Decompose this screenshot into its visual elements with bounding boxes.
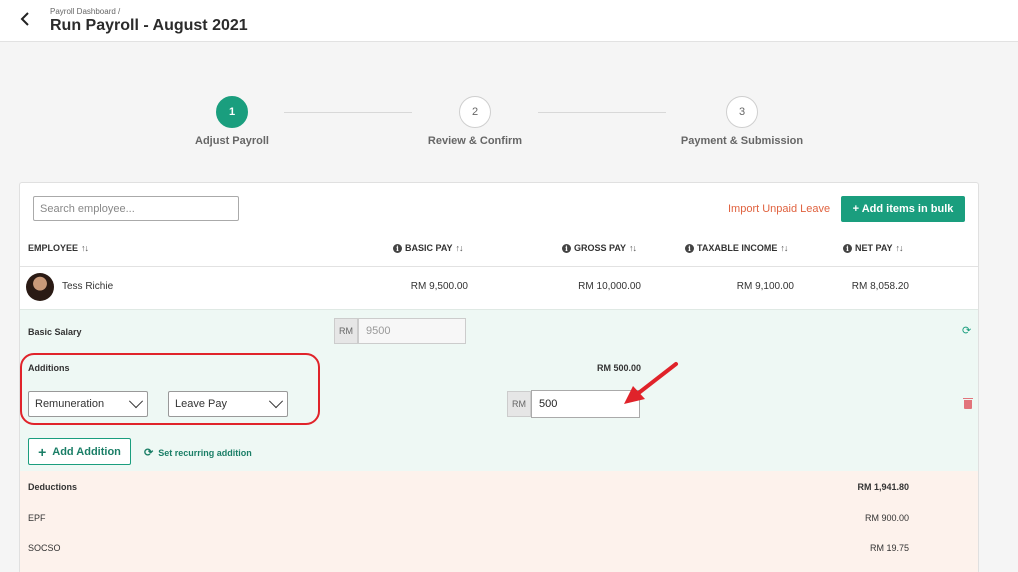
trash-icon[interactable] <box>963 398 973 409</box>
deductions-label: Deductions <box>28 482 78 492</box>
set-recurring-addition-link[interactable]: ⟳ Set recurring addition <box>144 446 252 459</box>
basic-pay-value: RM 9,500.00 <box>410 281 468 292</box>
column-header-basic-pay[interactable]: i BASIC PAY ↑↓ <box>393 243 464 253</box>
column-header-label: BASIC PAY <box>405 243 453 253</box>
column-header-label: GROSS PAY <box>574 243 627 253</box>
avatar <box>26 273 54 301</box>
step-2-label: Review & Confirm <box>427 135 523 147</box>
deductions-panel: Deductions RM 1,941.80 EPF RM 900.00 SOC… <box>20 471 978 572</box>
gross-pay-value: RM 10,000.00 <box>578 281 641 292</box>
addition-type-value: Remuneration <box>35 398 105 410</box>
breadcrumb[interactable]: Payroll Dashboard / <box>50 7 120 16</box>
deduction-value-epf: RM 900.00 <box>864 513 909 523</box>
info-icon: i <box>843 243 852 253</box>
payroll-card: Import Unpaid Leave + Add items in bulk … <box>19 182 979 572</box>
column-header-label: TAXABLE INCOME <box>697 243 778 253</box>
info-icon: i <box>562 243 571 253</box>
sort-icon[interactable]: ↑↓ <box>780 243 788 253</box>
step-1-label: Adjust Payroll <box>195 135 269 147</box>
step-3-label: Payment & Submission <box>680 135 804 147</box>
basic-salary-field: 9500 <box>358 318 466 344</box>
page-title: Run Payroll - August 2021 <box>50 17 248 34</box>
add-items-bulk-button[interactable]: + Add items in bulk <box>841 196 965 222</box>
plus-icon: + <box>38 443 47 460</box>
info-icon: i <box>685 243 694 253</box>
chevron-down-icon <box>268 394 284 409</box>
currency-prefix: RM <box>507 391 531 417</box>
info-icon: i <box>393 243 402 253</box>
add-addition-button[interactable]: + Add Addition <box>28 438 131 465</box>
step-1-circle[interactable]: 1 <box>216 96 248 128</box>
table-row[interactable]: Tess Richie RM 9,500.00 RM 10,000.00 RM … <box>20 267 978 309</box>
refresh-icon[interactable]: ⟳ <box>962 324 971 337</box>
deduction-value-socso: RM 19.75 <box>869 543 909 553</box>
additions-label: Additions <box>28 363 70 373</box>
sort-icon[interactable]: ↑↓ <box>629 243 637 253</box>
net-pay-value: RM 8,058.20 <box>851 281 909 292</box>
sort-icon[interactable]: ↑↓ <box>896 243 904 253</box>
basic-salary-label: Basic Salary <box>28 327 82 337</box>
deduction-name-epf: EPF <box>28 513 46 523</box>
deductions-total: RM 1,941.80 <box>857 482 909 492</box>
addition-item-value: Leave Pay <box>175 398 227 410</box>
back-arrow-icon[interactable] <box>18 10 34 28</box>
addition-item-select[interactable]: Leave Pay <box>168 391 288 417</box>
salary-additions-panel: Basic Salary RM 9500 ⟳ Additions RM 500.… <box>20 309 978 471</box>
addition-type-select[interactable]: Remuneration <box>28 391 148 417</box>
refresh-icon: ⟳ <box>144 447 154 459</box>
import-unpaid-leave-link[interactable]: Import Unpaid Leave <box>728 203 830 215</box>
search-input[interactable] <box>33 196 239 221</box>
step-3-circle[interactable]: 3 <box>726 96 758 128</box>
currency-prefix: RM <box>334 318 358 344</box>
column-header-label: EMPLOYEE <box>28 243 79 253</box>
step-connector <box>284 112 412 113</box>
deduction-name-socso: SOCSO <box>28 543 61 553</box>
column-header-gross-pay[interactable]: i GROSS PAY ↑↓ <box>562 243 637 253</box>
top-bar: Payroll Dashboard / Run Payroll - August… <box>0 0 1018 42</box>
stepper: 1 Adjust Payroll 2 Review & Confirm 3 Pa… <box>0 96 1018 156</box>
step-connector <box>538 112 666 113</box>
chevron-down-icon <box>128 394 144 409</box>
sort-icon[interactable]: ↑↓ <box>81 243 89 253</box>
red-arrow-annotation <box>624 362 678 404</box>
employee-name: Tess Richie <box>62 281 114 292</box>
sort-icon[interactable]: ↑↓ <box>456 243 464 253</box>
column-header-employee[interactable]: EMPLOYEE ↑↓ <box>28 243 89 253</box>
recurring-label: Set recurring addition <box>158 447 252 458</box>
column-header-taxable-income[interactable]: i TAXABLE INCOME ↑↓ <box>685 243 788 253</box>
taxable-income-value: RM 9,100.00 <box>736 281 794 292</box>
step-2-circle[interactable]: 2 <box>459 96 491 128</box>
column-header-net-pay[interactable]: i NET PAY ↑↓ <box>843 243 904 253</box>
column-header-label: NET PAY <box>855 243 893 253</box>
add-addition-label: Add Addition <box>52 445 121 458</box>
